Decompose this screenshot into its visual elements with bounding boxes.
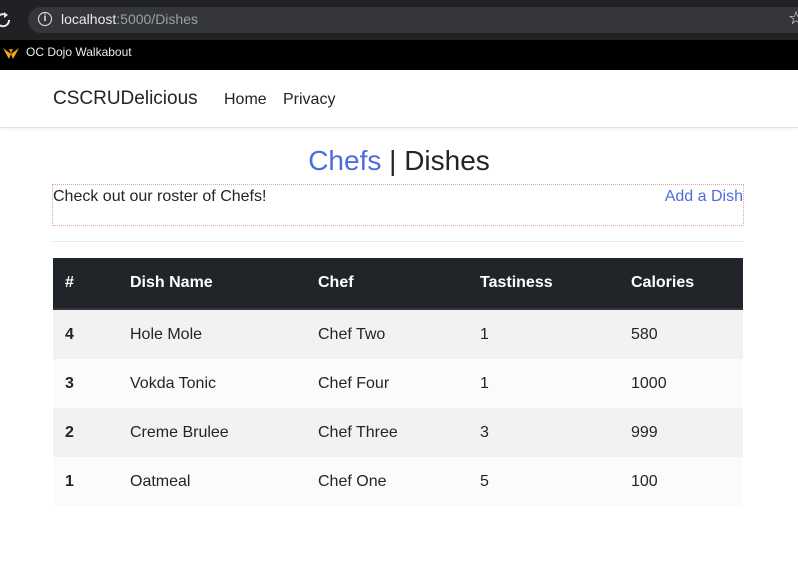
nav-home[interactable]: Home xyxy=(224,91,267,109)
header-calories: Calories xyxy=(619,258,743,310)
cell-dish-name: Oatmeal xyxy=(118,457,306,506)
cell-chef: Chef One xyxy=(306,457,468,506)
cell-tastiness: 1 xyxy=(468,359,619,408)
cell-calories: 999 xyxy=(619,408,743,457)
header-tastiness: Tastiness xyxy=(468,258,619,310)
bookmark-oc-dojo[interactable]: OC Dojo Walkabout xyxy=(26,45,132,59)
header-chef: Chef xyxy=(306,258,468,310)
cell-dish-name: Hole Mole xyxy=(118,309,306,359)
chefs-link[interactable]: Chefs xyxy=(308,145,381,176)
cell-chef: Chef Two xyxy=(306,309,468,359)
cell-tastiness: 5 xyxy=(468,457,619,506)
info-icon[interactable]: i xyxy=(38,12,52,26)
title-current: Dishes xyxy=(404,145,490,176)
cell-tastiness: 3 xyxy=(468,408,619,457)
header-id: # xyxy=(53,258,118,310)
table-row: 3 Vokda Tonic Chef Four 1 1000 xyxy=(53,359,743,408)
cell-calories: 100 xyxy=(619,457,743,506)
title-separator: | xyxy=(381,145,405,176)
url-text[interactable]: localhost:5000/Dishes xyxy=(61,11,198,27)
brand-link[interactable]: CSCRUDelicious xyxy=(53,88,198,110)
bookmark-favicon-icon xyxy=(3,48,19,59)
table-row: 4 Hole Mole Chef Two 1 580 xyxy=(53,309,743,359)
cell-id: 1 xyxy=(53,457,118,506)
cell-tastiness: 1 xyxy=(468,309,619,359)
cell-dish-name: Creme Brulee xyxy=(118,408,306,457)
nav-privacy[interactable]: Privacy xyxy=(283,91,335,109)
divider xyxy=(53,241,743,242)
cell-id: 3 xyxy=(53,359,118,408)
table-row: 2 Creme Brulee Chef Three 3 999 xyxy=(53,408,743,457)
url-host: localhost xyxy=(61,11,117,27)
cell-calories: 1000 xyxy=(619,359,743,408)
add-dish-link[interactable]: Add a Dish xyxy=(665,188,743,206)
cell-dish-name: Vokda Tonic xyxy=(118,359,306,408)
url-path: :5000/Dishes xyxy=(116,11,198,27)
table-header-row: # Dish Name Chef Tastiness Calories xyxy=(53,258,743,310)
bookmark-star-icon[interactable]: ☆ xyxy=(788,8,798,28)
cell-chef: Chef Four xyxy=(306,359,468,408)
roster-text: Check out our roster of Chefs! xyxy=(53,188,267,205)
cell-calories: 580 xyxy=(619,309,743,359)
page-title: Chefs | Dishes xyxy=(0,143,798,179)
header-dish-name: Dish Name xyxy=(118,258,306,310)
table-row: 1 Oatmeal Chef One 5 100 xyxy=(53,457,743,506)
cell-chef: Chef Three xyxy=(306,408,468,457)
dishes-table: # Dish Name Chef Tastiness Calories 4 Ho… xyxy=(53,258,743,506)
reload-icon[interactable] xyxy=(0,11,12,29)
cell-id: 4 xyxy=(53,309,118,359)
cell-id: 2 xyxy=(53,408,118,457)
